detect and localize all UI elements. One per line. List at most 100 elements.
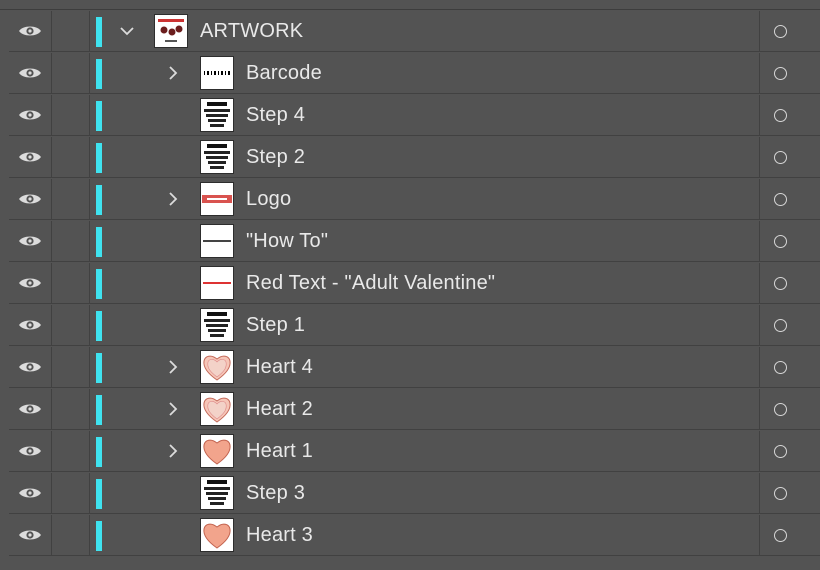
eye-icon[interactable] xyxy=(18,276,42,295)
layer-name[interactable]: Heart 2 xyxy=(246,398,313,420)
eye-icon[interactable] xyxy=(18,360,42,379)
lock-toggle[interactable] xyxy=(52,179,90,219)
target-column[interactable] xyxy=(759,53,820,93)
lock-toggle[interactable] xyxy=(52,95,90,135)
visibility-toggle[interactable] xyxy=(9,95,52,135)
layers-panel: ARTWORK Barcode Step 4 Step 2 Logo "How To" Re… xyxy=(0,0,820,570)
visibility-toggle[interactable] xyxy=(9,305,52,345)
chevron-right-icon[interactable] xyxy=(165,65,181,86)
target-column[interactable] xyxy=(759,515,820,555)
target-circle-icon[interactable] xyxy=(774,361,787,374)
target-column[interactable] xyxy=(759,11,820,51)
lock-toggle[interactable] xyxy=(52,53,90,93)
visibility-toggle[interactable] xyxy=(9,389,52,429)
layer-name[interactable]: Step 2 xyxy=(246,146,305,168)
layer-row[interactable]: Barcode xyxy=(9,53,820,94)
layer-color-indicator xyxy=(96,17,102,47)
eye-icon[interactable] xyxy=(18,444,42,463)
visibility-toggle[interactable] xyxy=(9,515,52,555)
layer-row[interactable]: ARTWORK xyxy=(9,11,820,52)
eye-icon[interactable] xyxy=(18,318,42,337)
target-column[interactable] xyxy=(759,221,820,261)
visibility-toggle[interactable] xyxy=(9,179,52,219)
eye-icon[interactable] xyxy=(18,486,42,505)
target-circle-icon[interactable] xyxy=(774,277,787,290)
target-column[interactable] xyxy=(759,347,820,387)
target-circle-icon[interactable] xyxy=(774,151,787,164)
layer-row[interactable]: "How To" xyxy=(9,221,820,262)
layer-name[interactable]: Heart 1 xyxy=(246,440,313,462)
target-circle-icon[interactable] xyxy=(774,67,787,80)
layer-name[interactable]: ARTWORK xyxy=(200,20,303,42)
visibility-toggle[interactable] xyxy=(9,263,52,303)
lock-toggle[interactable] xyxy=(52,473,90,513)
layer-name[interactable]: Barcode xyxy=(246,62,322,84)
chevron-right-icon[interactable] xyxy=(165,191,181,212)
visibility-toggle[interactable] xyxy=(9,137,52,177)
layer-row[interactable]: Red Text - "Adult Valentine" xyxy=(9,263,820,304)
target-column[interactable] xyxy=(759,473,820,513)
layer-row[interactable]: Step 4 xyxy=(9,95,820,136)
layer-row[interactable]: Step 3 xyxy=(9,473,820,514)
lock-toggle[interactable] xyxy=(52,515,90,555)
visibility-toggle[interactable] xyxy=(9,347,52,387)
layer-row[interactable]: Logo xyxy=(9,179,820,220)
visibility-toggle[interactable] xyxy=(9,431,52,471)
target-column[interactable] xyxy=(759,389,820,429)
target-circle-icon[interactable] xyxy=(774,319,787,332)
layer-row[interactable]: Heart 2 xyxy=(9,389,820,430)
lock-toggle[interactable] xyxy=(52,305,90,345)
target-column[interactable] xyxy=(759,263,820,303)
chevron-right-icon[interactable] xyxy=(165,401,181,422)
visibility-toggle[interactable] xyxy=(9,11,52,51)
target-column[interactable] xyxy=(759,137,820,177)
eye-icon[interactable] xyxy=(18,108,42,127)
target-column[interactable] xyxy=(759,431,820,471)
lock-toggle[interactable] xyxy=(52,221,90,261)
target-column[interactable] xyxy=(759,179,820,219)
visibility-toggle[interactable] xyxy=(9,53,52,93)
layer-row[interactable]: Heart 4 xyxy=(9,347,820,388)
layer-name[interactable]: "How To" xyxy=(246,230,328,252)
layer-name[interactable]: Step 3 xyxy=(246,482,305,504)
target-circle-icon[interactable] xyxy=(774,529,787,542)
lock-toggle[interactable] xyxy=(52,263,90,303)
layer-name[interactable]: Step 4 xyxy=(246,104,305,126)
eye-icon[interactable] xyxy=(18,528,42,547)
eye-icon[interactable] xyxy=(18,192,42,211)
layer-row[interactable]: Step 2 xyxy=(9,137,820,178)
layer-name[interactable]: Heart 4 xyxy=(246,356,313,378)
eye-icon[interactable] xyxy=(18,402,42,421)
target-circle-icon[interactable] xyxy=(774,403,787,416)
target-circle-icon[interactable] xyxy=(774,487,787,500)
layer-row[interactable]: Step 1 xyxy=(9,305,820,346)
target-circle-icon[interactable] xyxy=(774,109,787,122)
target-circle-icon[interactable] xyxy=(774,445,787,458)
eye-icon[interactable] xyxy=(18,234,42,253)
lock-toggle[interactable] xyxy=(52,137,90,177)
layer-thumbnail xyxy=(200,350,234,384)
layer-row[interactable]: Heart 1 xyxy=(9,431,820,472)
visibility-toggle[interactable] xyxy=(9,221,52,261)
layer-name[interactable]: Logo xyxy=(246,188,291,210)
target-circle-icon[interactable] xyxy=(774,235,787,248)
lock-toggle[interactable] xyxy=(52,347,90,387)
eye-icon[interactable] xyxy=(18,24,42,43)
chevron-right-icon[interactable] xyxy=(165,359,181,380)
layer-name[interactable]: Heart 3 xyxy=(246,524,313,546)
layer-row[interactable]: Heart 3 xyxy=(9,515,820,556)
lock-toggle[interactable] xyxy=(52,431,90,471)
target-column[interactable] xyxy=(759,95,820,135)
chevron-right-icon[interactable] xyxy=(165,443,181,464)
layer-name[interactable]: Red Text - "Adult Valentine" xyxy=(246,272,495,294)
lock-toggle[interactable] xyxy=(52,11,90,51)
eye-icon[interactable] xyxy=(18,150,42,169)
eye-icon[interactable] xyxy=(18,66,42,85)
target-column[interactable] xyxy=(759,305,820,345)
target-circle-icon[interactable] xyxy=(774,193,787,206)
layer-name[interactable]: Step 1 xyxy=(246,314,305,336)
chevron-down-icon[interactable] xyxy=(119,23,135,44)
lock-toggle[interactable] xyxy=(52,389,90,429)
visibility-toggle[interactable] xyxy=(9,473,52,513)
target-circle-icon[interactable] xyxy=(774,25,787,38)
